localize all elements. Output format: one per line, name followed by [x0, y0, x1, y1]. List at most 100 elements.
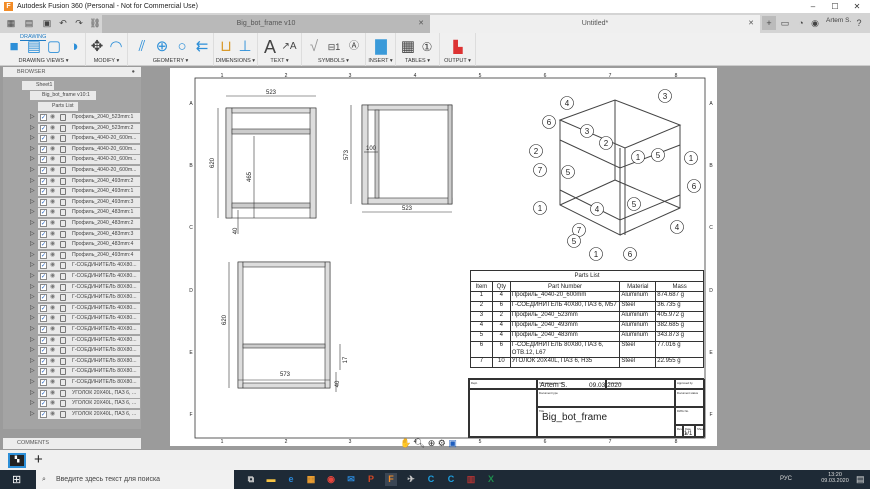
new-tab-icon[interactable]: + — [762, 16, 776, 30]
minimize-button[interactable]: – — [802, 0, 824, 13]
eye-icon[interactable]: ◉ — [50, 336, 55, 345]
table-row[interactable]: 710УГОЛОК 20X40L, ПАЗ 6, H35Steel22.955 … — [471, 358, 704, 368]
browser-item[interactable]: ✓◉Профиль_4040-20_600m... — [38, 166, 140, 175]
browser-item[interactable]: ✓◉Г-СОЕДИНИТЕЛЬ 80X80... — [38, 378, 140, 387]
visibility-checkbox[interactable]: ✓ — [40, 252, 47, 259]
browser-parts-list[interactable]: Parts List — [38, 102, 78, 111]
eye-icon[interactable]: ◉ — [50, 304, 55, 313]
browser-item[interactable]: ✓◉Г-СОЕДИНИТЕЛЬ 40X80... — [38, 325, 140, 334]
browser-model[interactable]: Big_bot_frame v10:1 — [30, 91, 96, 100]
dimensions-group[interactable]: ⊔⊥ DIMENSIONS ▾ — [214, 33, 258, 66]
browser-sheet[interactable]: Sheet1 — [22, 81, 54, 90]
expand-icon[interactable]: ▷ — [30, 113, 35, 120]
browser-item[interactable]: ✓◉Г-СОЕДИНИТЕЛЬ 40X80... — [38, 314, 140, 323]
browser-item[interactable]: ✓◉Г-СОЕДИНИТЕЛЬ 80X80... — [38, 367, 140, 376]
visibility-checkbox[interactable]: ✓ — [40, 167, 47, 174]
mail-icon[interactable]: ✉ — [345, 473, 357, 486]
modify-group[interactable]: ✥◠ MODIFY ▾ — [86, 33, 128, 66]
chrome-icon[interactable]: ◉ — [325, 473, 337, 486]
browser-pin-icon[interactable]: ● — [132, 67, 135, 77]
close-button[interactable]: ✕ — [846, 0, 868, 13]
visibility-checkbox[interactable]: ✓ — [40, 411, 47, 418]
explorer-icon[interactable]: ▬ — [265, 473, 277, 486]
table-row[interactable]: 32Профиль_2040_523mmAluminum405.972 g — [471, 312, 704, 322]
browser-header[interactable]: BROWSER● — [3, 67, 141, 77]
visibility-checkbox[interactable]: ✓ — [40, 400, 47, 407]
visibility-checkbox[interactable]: ✓ — [40, 125, 47, 132]
eye-icon[interactable]: ◉ — [50, 357, 55, 366]
eye-icon[interactable]: ◉ — [50, 134, 55, 143]
tab-untitled[interactable]: Untitled* ✕ — [430, 15, 760, 33]
expand-icon[interactable]: ▷ — [30, 346, 35, 353]
browser-item[interactable]: ✓◉Г-СОЕДИНИТЕЛЬ 40X80... — [38, 304, 140, 313]
expand-icon[interactable]: ▷ — [30, 283, 35, 290]
browser-item[interactable]: ✓◉Г-СОЕДИНИТЕЛЬ 80X80... — [38, 283, 140, 292]
browser-item[interactable]: ✓◉Профиль_2040_523mm:1 — [38, 113, 140, 122]
tables-group[interactable]: ▦① TABLES ▾ — [396, 33, 440, 66]
browser-item[interactable]: ✓◉Профиль_4040-20_600m... — [38, 145, 140, 154]
table-row[interactable]: 14Профиль_4040-20_600mmAluminum874.687 g — [471, 292, 704, 302]
eye-icon[interactable]: ◉ — [50, 399, 55, 408]
pan-icon[interactable]: ✋ — [400, 438, 411, 448]
eye-icon[interactable]: ◉ — [50, 367, 55, 376]
visibility-checkbox[interactable]: ✓ — [40, 114, 47, 121]
notification-center-icon[interactable]: ▤ — [856, 474, 865, 485]
winrar-icon[interactable]: ▥ — [465, 473, 477, 486]
expand-icon[interactable]: ▷ — [30, 134, 35, 141]
browser-item[interactable]: ✓◉Г-СОЕДИНИТЕЛЬ 80X80... — [38, 346, 140, 355]
sheet-thumbnail[interactable]: ▚ — [8, 453, 26, 468]
browser-item[interactable]: ✓◉УГОЛОК 20X40L, ПАЗ 6, ... — [38, 410, 140, 419]
browser-item[interactable]: ✓◉Профиль_2040_493mm:4 — [38, 251, 140, 260]
browser-item[interactable]: ✓◉Профиль_2040_483mm:4 — [38, 240, 140, 249]
visibility-checkbox[interactable]: ✓ — [40, 284, 47, 291]
visibility-checkbox[interactable]: ✓ — [40, 273, 47, 280]
tray-clock[interactable]: 13:2009.03.2020 — [820, 472, 850, 484]
expand-icon[interactable]: ▷ — [30, 187, 35, 194]
eye-icon[interactable]: ◉ — [50, 208, 55, 217]
expand-icon[interactable]: ▷ — [30, 251, 35, 258]
expand-icon[interactable]: ▷ — [30, 166, 35, 173]
visibility-checkbox[interactable]: ✓ — [40, 178, 47, 185]
expand-icon[interactable]: ▷ — [30, 208, 35, 215]
zoom-icon[interactable]: ⊕ — [428, 438, 436, 448]
apps-grid-icon[interactable]: ▦ — [4, 16, 18, 30]
table-row[interactable]: 66Г-СОЕДИНИТЕЛЬ 80X80, ПАЗ 6, ОТВ.12, L6… — [471, 342, 704, 358]
visibility-checkbox[interactable]: ✓ — [40, 199, 47, 206]
eye-icon[interactable]: ◉ — [50, 219, 55, 228]
browser-item[interactable]: ✓◉Г-СОЕДИНИТЕЛЬ 40X80... — [38, 272, 140, 281]
browser-item[interactable]: ✓◉Профиль_2040_483mm:2 — [38, 219, 140, 228]
expand-icon[interactable]: ▷ — [30, 410, 35, 417]
expand-icon[interactable]: ▷ — [30, 399, 35, 406]
expand-icon[interactable]: ▷ — [30, 357, 35, 364]
tray-language[interactable]: РУС — [780, 476, 792, 482]
expand-icon[interactable]: ▷ — [30, 304, 35, 311]
eye-icon[interactable]: ◉ — [50, 251, 55, 260]
eye-icon[interactable]: ◉ — [50, 283, 55, 292]
expand-icon[interactable]: ▷ — [30, 124, 35, 131]
visibility-checkbox[interactable]: ✓ — [40, 347, 47, 354]
chat-icon[interactable]: ▭ — [778, 16, 792, 30]
eye-icon[interactable]: ◉ — [50, 198, 55, 207]
visibility-checkbox[interactable]: ✓ — [40, 294, 47, 301]
eye-icon[interactable]: ◉ — [50, 410, 55, 419]
expand-icon[interactable]: ▷ — [30, 293, 35, 300]
expand-icon[interactable]: ▷ — [30, 389, 35, 396]
table-row[interactable]: 54Профиль_2040_483mmAluminum343.873 g — [471, 332, 704, 342]
display-settings-icon[interactable]: ⚙ — [438, 438, 446, 448]
redo-icon[interactable]: ↷ — [72, 16, 86, 30]
fusion-taskbar-icon[interactable]: F — [385, 473, 397, 486]
eye-icon[interactable]: ◉ — [50, 314, 55, 323]
eye-icon[interactable]: ◉ — [50, 145, 55, 154]
visibility-checkbox[interactable]: ✓ — [40, 390, 47, 397]
eye-icon[interactable]: ◉ — [50, 113, 55, 122]
browser-item[interactable]: ✓◉Профиль_4040-20_600m... — [38, 134, 140, 143]
visibility-checkbox[interactable]: ✓ — [40, 220, 47, 227]
expand-icon[interactable]: ▷ — [30, 314, 35, 321]
expand-icon[interactable]: ▷ — [30, 177, 35, 184]
tab-close-icon[interactable]: ✕ — [748, 15, 754, 33]
app-c2-icon[interactable]: C — [445, 473, 457, 486]
expand-icon[interactable]: ▷ — [30, 145, 35, 152]
browser-item[interactable]: ✓◉Профиль_2040_493mm:2 — [38, 177, 140, 186]
browser-item[interactable]: ✓◉Профиль_2040_523mm:2 — [38, 124, 140, 133]
tab-close-icon[interactable]: ✕ — [418, 15, 424, 33]
